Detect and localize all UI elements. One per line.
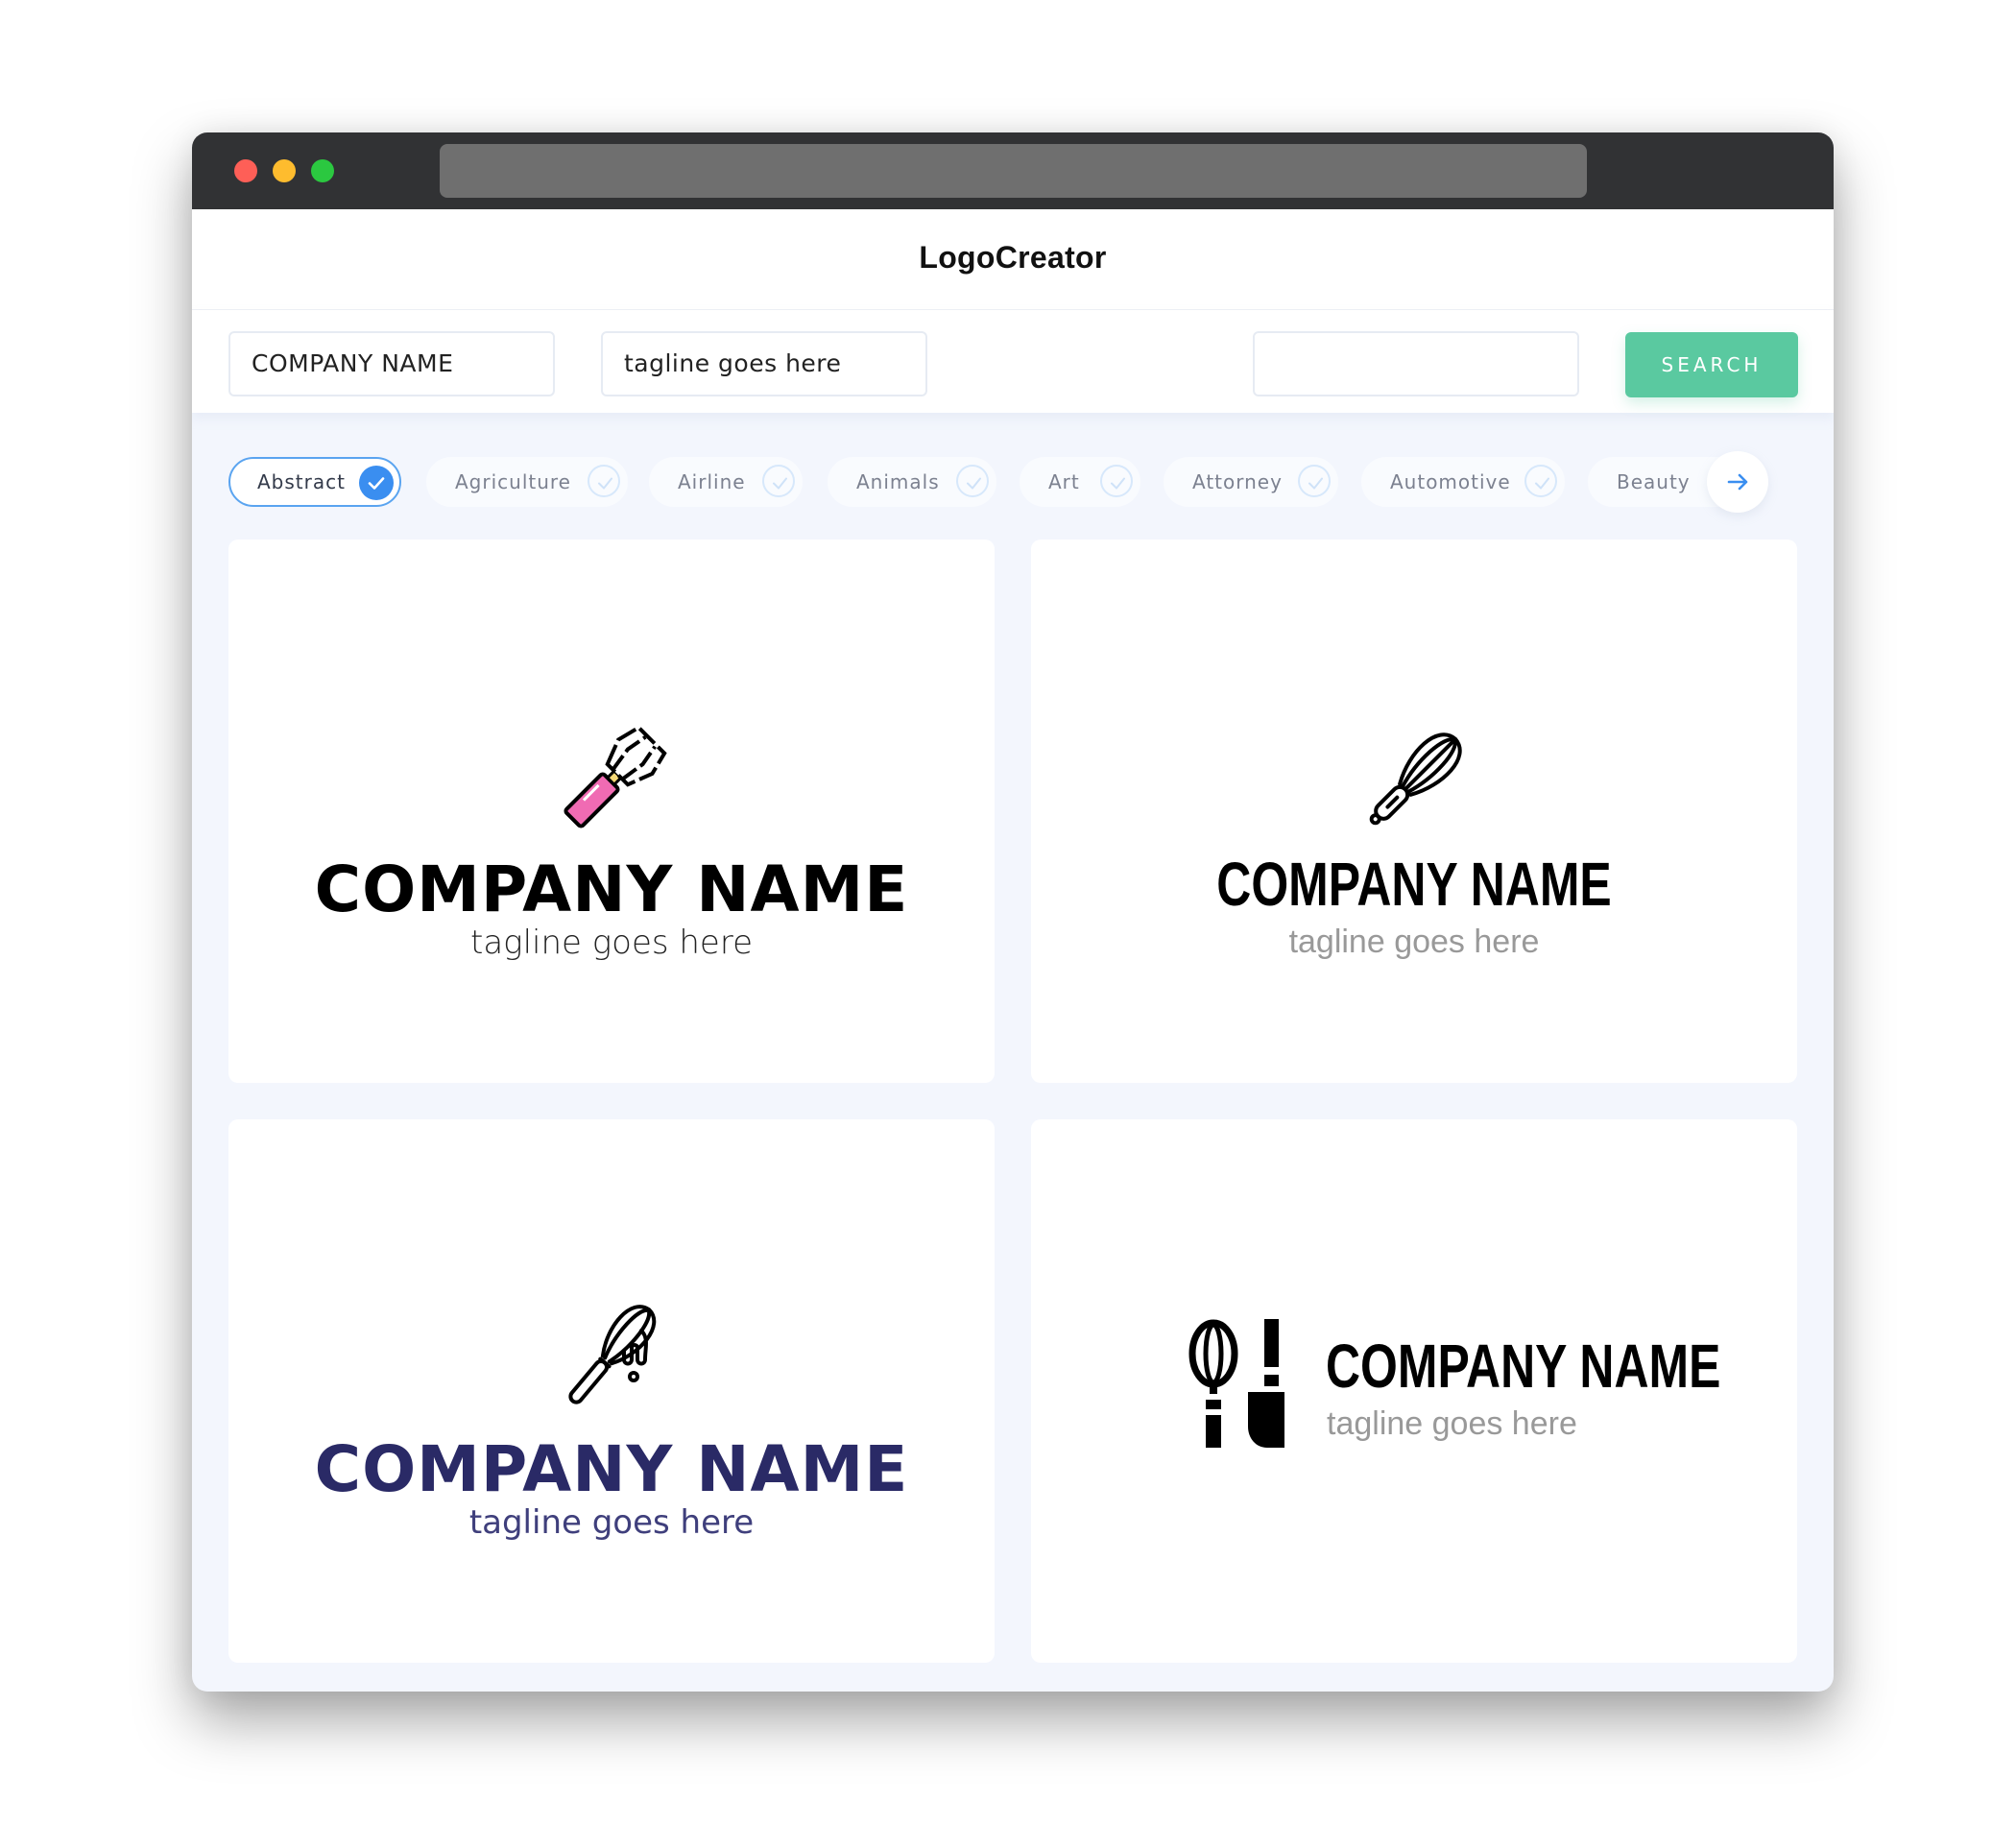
chip-label: Abstract bbox=[257, 470, 346, 493]
logo-card[interactable]: COMPANY NAME tagline goes here bbox=[1031, 1119, 1797, 1663]
whisk-outline-icon bbox=[1369, 732, 1462, 826]
chip-label: Airline bbox=[678, 470, 746, 493]
company-name-input[interactable]: COMPANY NAME bbox=[228, 331, 555, 396]
minimize-window-button[interactable] bbox=[273, 159, 296, 182]
chip-label: Beauty bbox=[1617, 470, 1691, 493]
chip-label: Art bbox=[1048, 470, 1080, 493]
logo-tagline: tagline goes here bbox=[1327, 1405, 1577, 1442]
browser-window: LogoCreator COMPANY NAME tagline goes he… bbox=[192, 132, 1834, 1692]
title-bar bbox=[192, 132, 1834, 209]
logo-card[interactable]: COMPANY NAME tagline goes here bbox=[1031, 540, 1797, 1083]
site-header: LogoCreator bbox=[192, 209, 1834, 310]
next-categories-button[interactable] bbox=[1707, 451, 1768, 513]
brand-logo[interactable]: LogoCreator bbox=[192, 240, 1834, 276]
logo-tagline: tagline goes here bbox=[1288, 924, 1540, 960]
chip-label: Automotive bbox=[1390, 470, 1511, 493]
chip-label: Attorney bbox=[1192, 470, 1283, 493]
category-chip-art[interactable]: Art bbox=[1020, 457, 1140, 507]
logo-inputs-bar: COMPANY NAME tagline goes here SEARCH bbox=[192, 310, 1834, 413]
keyword-input[interactable] bbox=[1253, 331, 1579, 396]
checkmark-icon bbox=[359, 466, 394, 500]
checkmark-icon bbox=[762, 465, 795, 497]
logo-company-name: COMPANY NAME bbox=[1216, 850, 1612, 919]
whisk-dripping-icon bbox=[568, 1305, 657, 1404]
logo-company-name: COMPANY NAME bbox=[1326, 1332, 1721, 1401]
checkmark-icon bbox=[1524, 465, 1557, 497]
logo-company-name: COMPANY NAME bbox=[314, 1432, 909, 1506]
logo-card[interactable]: COMPANY NAME tagline goes here bbox=[228, 1119, 995, 1663]
address-bar[interactable] bbox=[440, 144, 1587, 198]
close-window-button[interactable] bbox=[234, 159, 257, 182]
category-chip-abstract[interactable]: Abstract bbox=[228, 457, 401, 507]
category-chip-automotive[interactable]: Automotive bbox=[1361, 457, 1565, 507]
search-button[interactable]: SEARCH bbox=[1625, 332, 1798, 397]
category-filter: Abstract Agriculture Airline Animals Art… bbox=[228, 451, 1784, 513]
whisk-and-knife-icon bbox=[1188, 1319, 1284, 1448]
category-chip-agriculture[interactable]: Agriculture bbox=[426, 457, 628, 507]
maximize-window-button[interactable] bbox=[311, 159, 334, 182]
checkmark-icon bbox=[588, 465, 620, 497]
tagline-input[interactable]: tagline goes here bbox=[601, 331, 927, 396]
whisk-pink-handle-icon bbox=[564, 725, 667, 828]
chip-label: Agriculture bbox=[455, 470, 571, 493]
logo-company-name: COMPANY NAME bbox=[314, 852, 909, 926]
checkmark-icon bbox=[956, 465, 989, 497]
checkmark-icon bbox=[1100, 465, 1133, 497]
chip-label: Animals bbox=[856, 470, 940, 493]
arrow-right-icon bbox=[1727, 473, 1748, 491]
category-chip-attorney[interactable]: Attorney bbox=[1164, 457, 1338, 507]
category-chip-animals[interactable]: Animals bbox=[828, 457, 996, 507]
category-chip-airline[interactable]: Airline bbox=[649, 457, 803, 507]
logo-tagline: tagline goes here bbox=[470, 924, 753, 962]
logo-tagline: tagline goes here bbox=[468, 1503, 755, 1542]
logo-card[interactable]: COMPANY NAME tagline goes here bbox=[228, 540, 995, 1083]
checkmark-icon bbox=[1298, 465, 1331, 497]
